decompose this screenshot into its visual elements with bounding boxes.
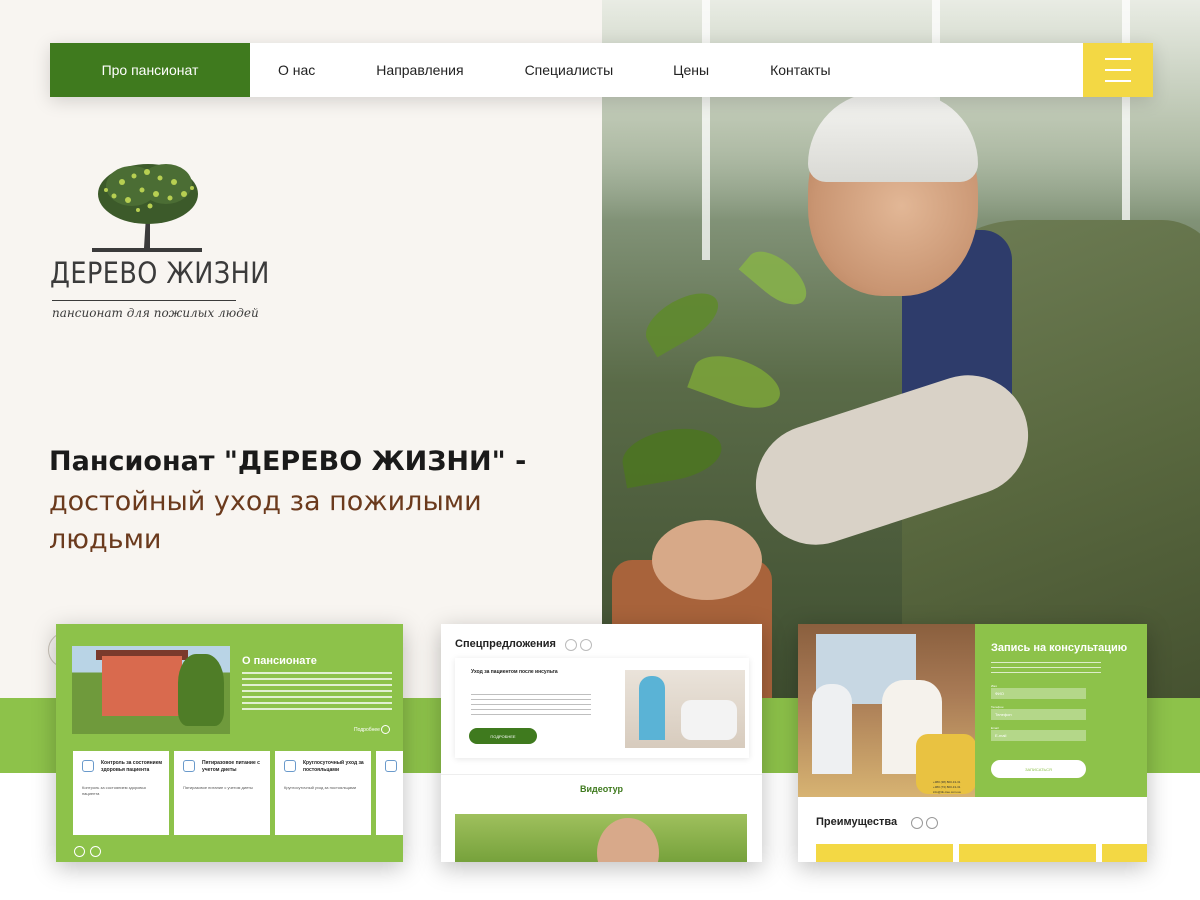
- advantage-tile: [1102, 844, 1147, 862]
- nav-item-contacts[interactable]: Контакты: [770, 62, 830, 78]
- consult-form: Запись на консультацию Имя ФИО Телефон Т…: [975, 624, 1147, 797]
- mockup-offers: Спецпредложения Уход за пациентом после …: [441, 624, 762, 862]
- offer-more-button[interactable]: ПОДРОБНЕЕ: [469, 728, 537, 744]
- hero-title: Пансионат "ДЕРЕВО ЖИЗНИ" -: [49, 446, 527, 477]
- hamburger-icon[interactable]: [1083, 43, 1153, 97]
- arrow-left-icon[interactable]: [74, 846, 85, 857]
- main-nav: Про пансионат О нас Направления Специали…: [50, 43, 1153, 97]
- arrow-right-icon[interactable]: [381, 725, 390, 734]
- submit-button[interactable]: ЗАПИСАТЬСЯ: [991, 760, 1086, 778]
- nav-item-specialists[interactable]: Специалисты: [525, 62, 614, 78]
- hero-headline: Пансионат "ДЕРЕВО ЖИЗНИ" - достойный ухо…: [49, 446, 569, 559]
- arrow-left-icon[interactable]: [911, 817, 923, 829]
- advantage-tile: [959, 844, 1096, 862]
- name-field[interactable]: ФИО: [991, 688, 1086, 699]
- logo[interactable]: ДЕРЕВО ЖИЗНИ пансионат для пожилых людей: [50, 160, 270, 325]
- phone-field[interactable]: Телефон: [991, 709, 1086, 720]
- nav-item-prices[interactable]: Цены: [673, 62, 709, 78]
- mockup-consultation: Запись на консультацию Имя ФИО Телефон Т…: [798, 624, 1147, 862]
- nav-item-about-boarding-house[interactable]: Про пансионат: [50, 43, 250, 97]
- video-tour-title: Видеотур: [579, 784, 624, 794]
- feature-card-partial: [376, 751, 403, 835]
- arrow-left-icon[interactable]: [565, 639, 577, 651]
- nav-item-directions[interactable]: Направления: [376, 62, 463, 78]
- contacts-block: +380 (38) 800-13-31 +380 (73) 800-13-31 …: [933, 780, 961, 794]
- arrow-right-icon[interactable]: [580, 639, 592, 651]
- video-preview[interactable]: [455, 814, 747, 862]
- email-field[interactable]: E-mail: [991, 730, 1086, 741]
- care-icon: [284, 760, 296, 772]
- food-icon: [183, 760, 195, 772]
- feature-card: Контроль за состоянием здоровья пациента…: [73, 751, 169, 835]
- consult-title: Запись на консультацию: [991, 642, 1128, 654]
- advantages-title: Преимущества: [816, 816, 898, 828]
- mockup-about: О пансионате Подробнее Контроль за состо…: [56, 624, 403, 862]
- divider: [441, 774, 762, 775]
- advantage-tile: [816, 844, 953, 862]
- logo-tagline: пансионат для пожилых людей: [52, 306, 259, 320]
- arrow-right-icon[interactable]: [926, 817, 938, 829]
- about-text-lines: [242, 672, 392, 712]
- about-more-link[interactable]: Подробнее: [354, 727, 380, 733]
- nurse-photo: [625, 670, 745, 748]
- feature-icon: [385, 760, 397, 772]
- nav-item-about-us[interactable]: О нас: [278, 62, 315, 78]
- offers-title: Спецпредложения: [455, 638, 556, 650]
- consult-text-lines: [991, 662, 1101, 674]
- offer-text-lines: [471, 694, 591, 716]
- logo-divider: [52, 300, 236, 301]
- about-title: О пансионате: [242, 655, 317, 667]
- tree-icon: [92, 164, 202, 252]
- feature-card: Пятиразовое питание с учетом диеты Пятир…: [174, 751, 270, 835]
- residents-photo: [798, 624, 976, 797]
- hero-subtitle: достойный уход за пожилыми людьми: [49, 486, 482, 555]
- feature-card: Круглосуточный уход за постояльцами Круг…: [275, 751, 371, 835]
- arrow-right-icon[interactable]: [90, 846, 101, 857]
- hero-photo: [602, 0, 1200, 698]
- house-photo: [72, 646, 230, 734]
- logo-brand: ДЕРЕВО ЖИЗНИ: [50, 256, 270, 290]
- health-icon: [82, 760, 94, 772]
- offer-card: Уход за пациентом после инсульта ПОДРОБН…: [455, 658, 749, 758]
- offer-title: Уход за пациентом после инсульта: [471, 669, 558, 675]
